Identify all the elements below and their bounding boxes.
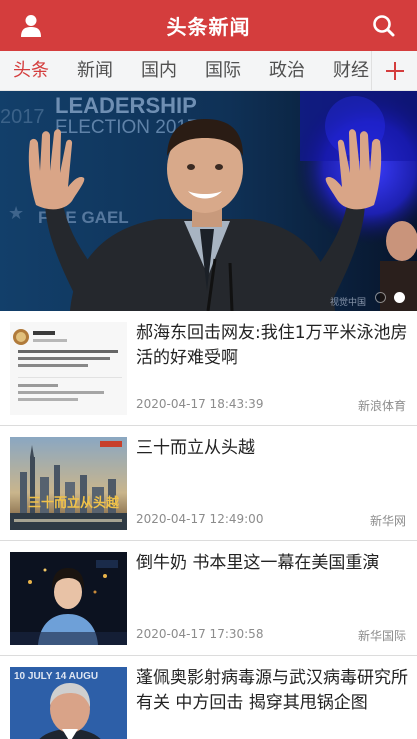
news-meta: 2020-04-17 17:30:58 新华国际 [136, 627, 406, 645]
banner-carousel[interactable]: LEADERSHIP ELECTION 2017 2017 FINE GAEL … [0, 91, 417, 311]
user-icon [20, 14, 41, 37]
tab-news[interactable]: 新闻 [71, 51, 119, 90]
svg-text:2017: 2017 [0, 106, 45, 128]
tab-politics[interactable]: 政治 [263, 51, 311, 90]
poster-caption: 三十而立从头越 [28, 495, 120, 511]
thumb-caption: 10 JULY 14 AUGU [14, 671, 98, 682]
banner-image: LEADERSHIP ELECTION 2017 2017 FINE GAEL … [0, 91, 417, 311]
news-thumbnail [10, 322, 127, 415]
news-title[interactable]: 蓬佩奥影射病毒源与武汉病毒研究所有关 中方回击 揭穿其甩锅企图 [136, 666, 408, 716]
search-icon [372, 14, 394, 36]
user-button[interactable] [5, 0, 56, 51]
news-thumbnail: 三十而立从头越 [10, 437, 127, 530]
news-item[interactable]: 倒牛奶 书本里这一幕在美国重演 2020-04-17 17:30:58 新华国际 [0, 541, 417, 656]
news-source: 新浪体育 [357, 399, 406, 413]
backdrop-text-1: LEADERSHIP [55, 93, 197, 118]
news-meta: 2020-04-17 18:43:39 新浪体育 [136, 397, 406, 415]
city-skyline-poster: 三十而立从头越 [10, 437, 127, 530]
tab-finance[interactable]: 财经 [327, 51, 375, 90]
news-title[interactable]: 三十而立从头越 [136, 436, 408, 461]
news-item[interactable]: 三十而立从头越 三十而立从头越 2020-04-17 12:49:00 新华网 [0, 426, 417, 541]
news-item[interactable]: 10 JULY 14 AUGU 蓬佩奥影射病毒源与武汉病毒研究所有关 中方回击 … [0, 656, 417, 739]
news-time: 2020-04-17 17:30:58 [136, 627, 264, 641]
category-tabs: 头条 新闻 国内 国际 政治 财经 [0, 51, 417, 91]
app-root: 头条新闻 头条 新闻 国内 国际 政治 财经 LEADERSHIP ELECTI… [0, 0, 417, 739]
carousel-dot-1[interactable] [375, 292, 386, 303]
tab-domestic[interactable]: 国内 [135, 51, 183, 90]
svg-text:★: ★ [8, 203, 24, 224]
news-title[interactable]: 郝海东回击网友:我住1万平米泳池房 活的好难受啊 [136, 321, 408, 371]
news-time: 2020-04-17 12:49:00 [136, 512, 264, 526]
news-thumbnail [10, 552, 127, 645]
news-item[interactable]: 郝海东回击网友:我住1万平米泳池房 活的好难受啊 2020-04-17 18:4… [0, 311, 417, 426]
svg-text:视觉中国: 视觉中国 [330, 296, 366, 307]
page-title: 头条新闻 [166, 15, 251, 39]
carousel-dot-2[interactable] [394, 292, 405, 303]
news-anchor [10, 552, 127, 645]
news-meta: 2020-04-17 12:49:00 新华网 [136, 512, 406, 530]
news-thumbnail: 10 JULY 14 AUGU [10, 667, 127, 739]
add-tab-button[interactable] [371, 51, 417, 90]
weibo-post-screenshot [10, 322, 127, 415]
tab-international[interactable]: 国际 [199, 51, 247, 90]
news-title[interactable]: 倒牛奶 书本里这一幕在美国重演 [136, 551, 408, 576]
news-source: 新华国际 [357, 629, 406, 643]
tab-headlines[interactable]: 头条 [7, 51, 55, 90]
news-source: 新华网 [369, 514, 406, 528]
carousel-dots [375, 292, 405, 303]
top-header: 头条新闻 [0, 0, 417, 51]
politician-portrait: 10 JULY 14 AUGU [10, 667, 127, 739]
search-button[interactable] [358, 0, 409, 51]
plus-icon [385, 62, 404, 80]
news-time: 2020-04-17 18:43:39 [136, 397, 264, 411]
